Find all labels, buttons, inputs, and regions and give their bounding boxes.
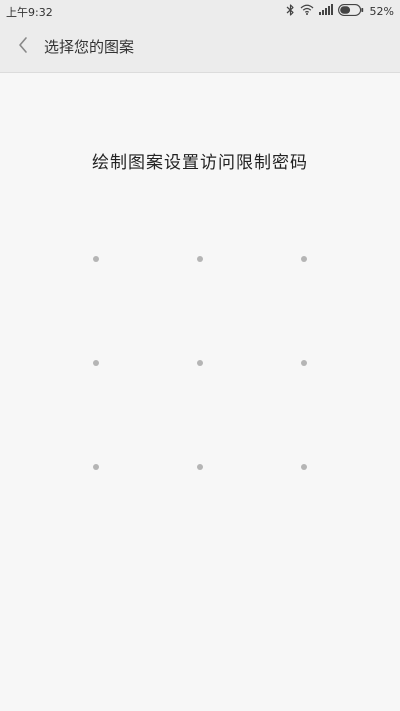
bluetooth-icon [286, 3, 295, 19]
signal-icon [318, 4, 333, 18]
status-icons: 52% [286, 3, 394, 19]
pattern-dot[interactable] [197, 464, 203, 470]
status-bar: 上午9:32 52% [0, 0, 400, 22]
pattern-dot[interactable] [93, 464, 99, 470]
status-time: 上午9:32 [6, 6, 53, 19]
pattern-prompt: 绘制图案设置访问限制密码 [92, 153, 308, 173]
battery-percent: 52% [369, 4, 394, 18]
chevron-left-icon [17, 36, 29, 58]
pattern-dot[interactable] [197, 360, 203, 366]
pattern-lock-grid[interactable] [44, 207, 356, 519]
page-title: 选择您的图案 [44, 38, 135, 56]
pattern-dot[interactable] [93, 360, 99, 366]
pattern-dot[interactable] [301, 464, 307, 470]
wifi-icon [300, 4, 314, 18]
pattern-dot[interactable] [197, 256, 203, 262]
back-button[interactable] [10, 34, 36, 60]
pattern-dot[interactable] [93, 256, 99, 262]
pattern-dot[interactable] [301, 256, 307, 262]
title-bar: 选择您的图案 [0, 22, 400, 73]
pattern-dot[interactable] [301, 360, 307, 366]
battery-icon [337, 3, 364, 19]
